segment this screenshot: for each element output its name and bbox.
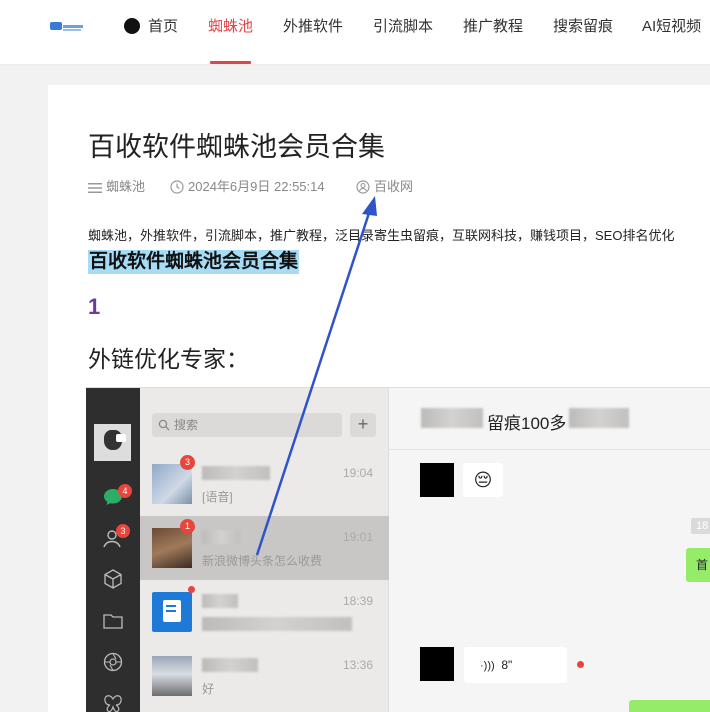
- add-button[interactable]: +: [350, 413, 376, 437]
- sender-avatar: [420, 463, 454, 497]
- voice-duration: 8": [501, 658, 513, 672]
- top-navbar: 首页 蜘蛛池 外推软件 引流脚本 推广教程 搜索留痕 AI短视频: [0, 0, 710, 64]
- user-icon: [356, 180, 370, 194]
- conversation-avatar: [152, 464, 192, 504]
- aperture-icon[interactable]: [102, 651, 124, 673]
- nav-item-ai-video[interactable]: AI短视频: [642, 17, 701, 37]
- conversation-time: 13:36: [342, 658, 373, 672]
- chat-panel: 留痕100多 😔 18 首 ·))) 8": [389, 388, 710, 712]
- voice-message[interactable]: ·))) 8": [464, 647, 567, 683]
- conversation-item[interactable]: 3 19:04 [语音]: [140, 452, 389, 516]
- chat-title-blur: [569, 408, 629, 428]
- sent-message: [629, 700, 710, 712]
- chat-screenshot: 4 3 搜索 + 3 19:04 [语音] 1 19:01 新浪微博头条怎么收费: [86, 387, 710, 712]
- search-input[interactable]: 搜索: [152, 413, 342, 437]
- clock-icon: [170, 180, 184, 194]
- meta-datetime: 2024年6月9日 22:55:14: [170, 178, 325, 196]
- doc-app-icon: [152, 592, 192, 632]
- conversation-list: 搜索 + 3 19:04 [语音] 1 19:01 新浪微博头条怎么收费 18:: [140, 388, 389, 712]
- nav-item-search-traces[interactable]: 搜索留痕: [553, 17, 613, 37]
- avatar: [94, 424, 131, 461]
- nav-item-label: 首页: [148, 18, 179, 35]
- voice-wave-icon: ·))): [480, 660, 495, 672]
- conversation-time: 19:04: [342, 466, 373, 480]
- site-logo[interactable]: [50, 20, 84, 34]
- meta-datetime-label: 2024年6月9日 22:55:14: [188, 179, 325, 194]
- search-placeholder: 搜索: [174, 418, 199, 432]
- tags-line: 蜘蛛池，外推软件，引流脚本，推广教程，泛目录寄生虫留痕，互联网科技，赚钱项目，S…: [88, 228, 675, 243]
- conversation-item[interactable]: 1 19:01 新浪微博头条怎么收费: [140, 516, 389, 580]
- meta-author-label: 百收网: [374, 179, 414, 194]
- search-icon: [158, 419, 170, 431]
- chat-header: 留痕100多: [389, 388, 710, 450]
- conversation-item[interactable]: 13:36 好: [140, 644, 389, 708]
- home-icon: [124, 18, 140, 34]
- emoji-message: 😔: [463, 463, 503, 497]
- rail-badge-chat: 4: [118, 484, 132, 498]
- conversation-last-message: 新浪微博头条怎么收费: [202, 554, 323, 568]
- time-chip: 18: [691, 518, 710, 534]
- butterfly-icon[interactable]: [102, 693, 124, 712]
- chat-title: 留痕100多: [487, 414, 567, 433]
- article-title: 百收软件蜘蛛池会员合集: [88, 132, 385, 162]
- conversation-item[interactable]: 18:39: [140, 580, 389, 644]
- unread-voice-dot: [577, 661, 584, 668]
- conversation-last-message-blurred: [202, 616, 352, 631]
- sent-message: 首: [686, 548, 710, 582]
- meta-author[interactable]: 百收网: [356, 178, 413, 196]
- conversation-time: 19:01: [342, 530, 373, 544]
- nav-item-tutorials[interactable]: 推广教程: [463, 17, 523, 37]
- chat-sidebar-rail: 4 3: [86, 388, 140, 712]
- nav-item-spider-pool[interactable]: 蜘蛛池: [208, 17, 253, 37]
- section-number: 1: [88, 294, 101, 319]
- folder-icon[interactable]: [102, 610, 124, 632]
- section-heading: 外链优化专家：: [88, 346, 249, 372]
- conversation-avatar: [152, 656, 192, 696]
- nav-item-promo-software[interactable]: 外推软件: [283, 17, 343, 37]
- conversation-name-blurred: [202, 592, 238, 608]
- conversation-name-blurred: [202, 528, 240, 544]
- highlighted-title: 百收软件蜘蛛池会员合集: [88, 250, 300, 274]
- conversation-last-message: [语音]: [202, 490, 233, 504]
- rail-badge-contacts: 3: [116, 524, 130, 538]
- unread-badge: 3: [180, 455, 195, 470]
- cube-icon[interactable]: [102, 568, 124, 590]
- unread-badge: 1: [180, 519, 195, 534]
- conversation-last-message: 好: [202, 682, 215, 696]
- sender-avatar: [420, 647, 454, 681]
- nav-item-traffic-scripts[interactable]: 引流脚本: [373, 17, 433, 37]
- conversation-name-blurred: [202, 464, 270, 480]
- meta-category-label: 蜘蛛池: [106, 179, 146, 194]
- conversation-avatar: [152, 528, 192, 568]
- conversation-name-blurred: [202, 656, 258, 672]
- conversation-time: 18:39: [342, 594, 373, 608]
- menu-icon: [88, 183, 102, 193]
- meta-category[interactable]: 蜘蛛池: [88, 178, 145, 196]
- active-tab-indicator: [210, 61, 251, 64]
- nav-item-home[interactable]: 首页: [124, 17, 178, 37]
- unread-dot: [188, 586, 195, 593]
- chat-title-blur: [421, 408, 483, 428]
